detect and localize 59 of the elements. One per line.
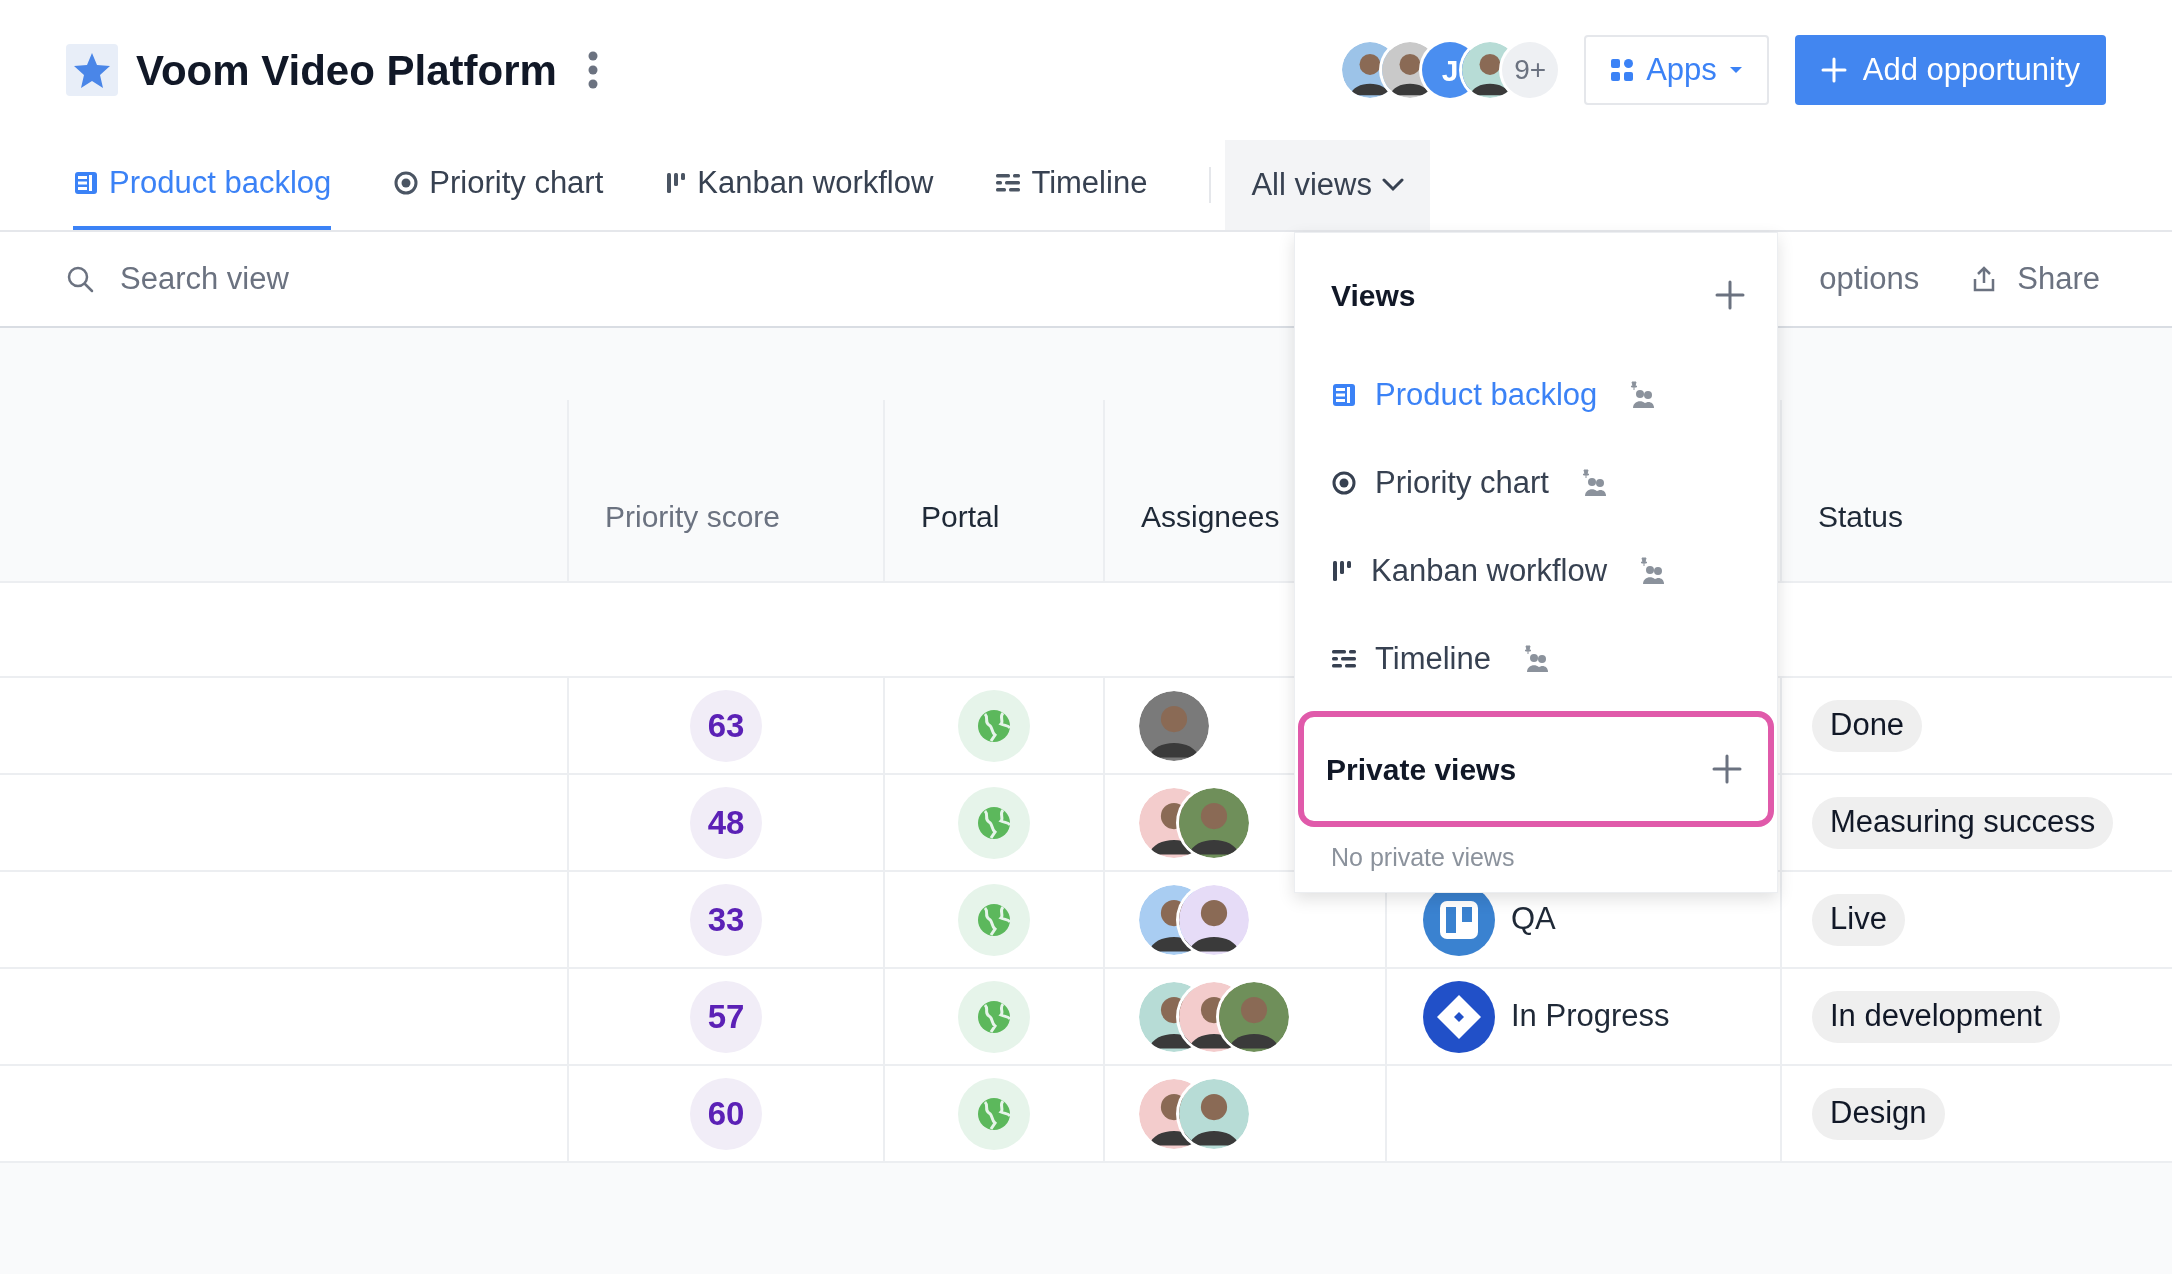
share-button[interactable]: Share xyxy=(1971,255,2100,303)
view-menu-item[interactable]: Priority chart xyxy=(1295,439,1777,527)
search-icon xyxy=(66,265,94,293)
caret-icon xyxy=(1728,65,1743,75)
chevron-down-icon xyxy=(1381,178,1404,192)
all-views-button[interactable]: All views xyxy=(1225,140,1430,230)
options-link[interactable]: options xyxy=(1819,255,1920,303)
view-menu-item[interactable]: Kanban workflow xyxy=(1295,527,1777,615)
globe-icon xyxy=(958,689,1030,762)
status-pill: Measuring success xyxy=(1812,796,2114,849)
globe-icon xyxy=(958,883,1030,956)
priority-score: 63 xyxy=(690,689,762,762)
priority-score: 57 xyxy=(690,980,762,1053)
kanban-icon xyxy=(665,170,688,196)
add-icon[interactable] xyxy=(1712,754,1742,784)
view-menu-item[interactable]: Product backlog xyxy=(1295,351,1777,439)
target-icon xyxy=(393,170,420,196)
status-pill: Design xyxy=(1812,1087,1945,1140)
private-views-heading: Private views xyxy=(1326,751,1517,788)
shared-people-icon xyxy=(1639,557,1666,585)
status-pill: Done xyxy=(1812,699,1923,752)
shared-people-icon xyxy=(1629,381,1656,409)
plus-icon xyxy=(1820,57,1847,83)
timeline-icon xyxy=(995,172,1022,194)
status-pill: Live xyxy=(1812,893,1905,946)
more-options-icon[interactable] xyxy=(586,50,599,90)
priority-score: 48 xyxy=(690,786,762,859)
views-heading: Views xyxy=(1331,277,1416,314)
view-tab[interactable]: Kanban workflow xyxy=(665,140,934,230)
priority-score: 60 xyxy=(690,1077,762,1150)
search-field[interactable]: Search view xyxy=(120,255,620,303)
page-title: Voom Video Platform xyxy=(136,45,557,96)
add-icon[interactable] xyxy=(1715,280,1745,310)
column-header: Status xyxy=(1818,499,1904,535)
view-tab[interactable]: Priority chart xyxy=(393,140,604,230)
apps-grid-icon xyxy=(1610,58,1635,82)
target-icon xyxy=(1331,470,1357,496)
column-header: Portal xyxy=(921,499,1000,535)
view-menu-item[interactable]: Timeline xyxy=(1295,615,1777,703)
list-icon xyxy=(73,170,99,196)
integration-status: QA xyxy=(1511,900,1556,939)
column-header: Assignees xyxy=(1141,499,1280,535)
empty-message: No private views xyxy=(1330,842,1516,873)
apps-button[interactable]: Apps xyxy=(1584,35,1769,105)
status-pill: In development xyxy=(1812,990,2060,1043)
add-opportunity-button[interactable]: Add opportunity xyxy=(1794,35,2106,105)
shared-people-icon xyxy=(1523,645,1549,673)
integration-status: In Progress xyxy=(1511,997,1670,1036)
kanban-icon xyxy=(1331,558,1353,584)
globe-icon xyxy=(958,1077,1030,1150)
globe-icon xyxy=(958,786,1030,859)
timeline-icon xyxy=(1331,648,1357,670)
column-header: Priority score xyxy=(605,499,781,535)
more-members-count[interactable]: 9+ xyxy=(1502,42,1559,98)
shared-people-icon xyxy=(1581,469,1607,497)
list-icon xyxy=(1331,382,1357,408)
view-tab[interactable]: Timeline xyxy=(995,140,1148,230)
priority-score: 33 xyxy=(690,883,762,956)
globe-icon xyxy=(958,980,1030,1053)
